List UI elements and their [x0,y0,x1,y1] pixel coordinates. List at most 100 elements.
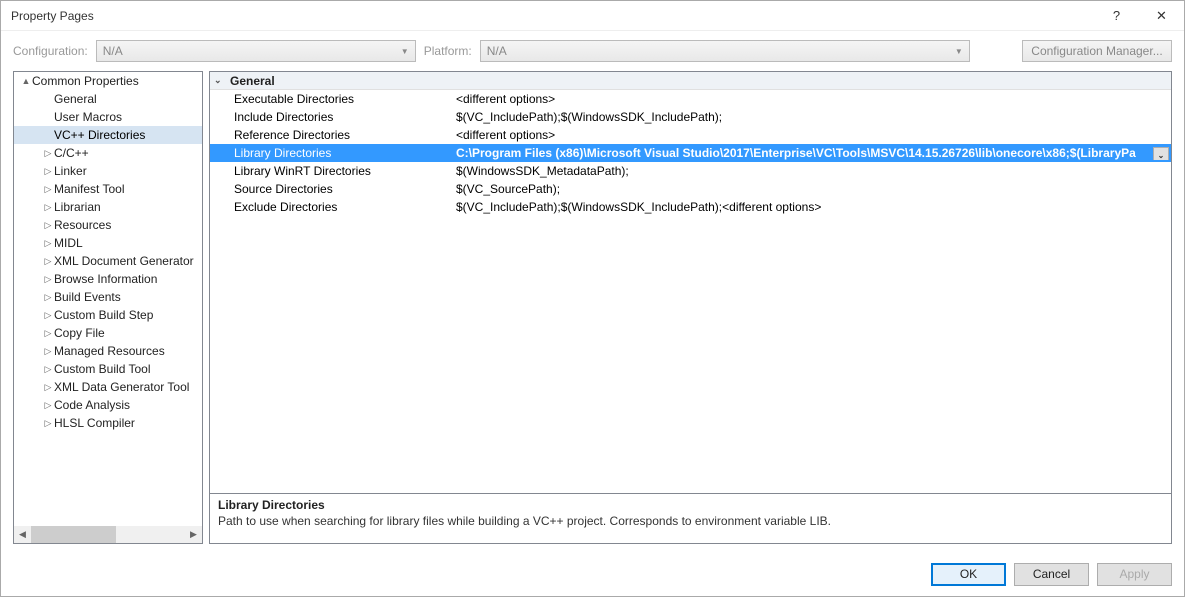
chevron-down-icon: ▼ [401,47,409,56]
dropdown-icon[interactable]: ⌄ [1153,147,1169,160]
tree-item[interactable]: ▷Manifest Tool [14,180,202,198]
property-row[interactable]: Reference Directories<different options> [210,126,1171,144]
tree-item-label: VC++ Directories [54,128,145,142]
property-value[interactable]: $(VC_IncludePath);$(WindowsSDK_IncludePa… [456,110,1171,124]
collapsed-icon[interactable]: ▷ [42,292,54,303]
collapse-icon[interactable]: ⌄ [214,75,226,86]
category-tree[interactable]: ▲Common Properties General User Macros VC++… [13,71,203,544]
collapsed-icon[interactable]: ▷ [42,400,54,411]
collapsed-icon[interactable]: ▷ [42,310,54,321]
collapsed-icon[interactable]: ▷ [42,184,54,195]
tree-item[interactable]: ▷Browse Information [14,270,202,288]
collapsed-icon[interactable]: ▷ [42,382,54,393]
property-value[interactable]: C:\Program Files (x86)\Microsoft Visual … [456,146,1171,160]
tree-item[interactable]: User Macros [14,108,202,126]
property-row[interactable]: Library DirectoriesC:\Program Files (x86… [210,144,1171,162]
property-row[interactable]: Include Directories$(VC_IncludePath);$(W… [210,108,1171,126]
collapsed-icon[interactable]: ▷ [42,256,54,267]
scroll-track[interactable] [31,526,185,543]
dialog-body: ▲Common Properties General User Macros VC++… [1,71,1184,552]
property-name: Exclude Directories [210,200,456,214]
tree-item[interactable]: ▷C/C++ [14,144,202,162]
description-panel: Library Directories Path to use when sea… [209,494,1172,544]
platform-combo[interactable]: N/A ▼ [480,40,970,62]
tree-item-label: User Macros [54,110,122,124]
ok-button[interactable]: OK [931,563,1006,586]
property-value[interactable]: $(VC_IncludePath);$(WindowsSDK_IncludePa… [456,200,1171,214]
configuration-label: Configuration: [13,44,88,58]
configuration-manager-button[interactable]: Configuration Manager... [1022,40,1172,62]
property-value[interactable]: $(VC_SourcePath); [456,182,1171,196]
tree-item[interactable]: ▷Linker [14,162,202,180]
property-row[interactable]: Library WinRT Directories$(WindowsSDK_Me… [210,162,1171,180]
collapsed-icon[interactable]: ▷ [42,328,54,339]
property-grid[interactable]: ⌄ General Executable Directories<differe… [209,71,1172,494]
tree-item[interactable]: ▷Code Analysis [14,396,202,414]
tree-item[interactable]: ▷HLSL Compiler [14,414,202,432]
property-name: Reference Directories [210,128,456,142]
collapsed-icon[interactable]: ▷ [42,238,54,249]
dialog-footer: OK Cancel Apply [1,552,1184,596]
property-value[interactable]: $(WindowsSDK_MetadataPath); [456,164,1171,178]
tree-hscrollbar[interactable]: ◀ ▶ [14,526,202,543]
tree-item-label: Resources [54,218,111,232]
property-value[interactable]: <different options> [456,128,1171,142]
grid-group-header[interactable]: ⌄ General [210,72,1171,90]
property-pages-dialog: Property Pages ? ✕ Configuration: N/A ▼ … [0,0,1185,597]
scroll-left-icon[interactable]: ◀ [14,526,31,543]
property-value[interactable]: <different options> [456,92,1171,106]
tree-item[interactable]: ▷Custom Build Tool [14,360,202,378]
tree-item-label: Copy File [54,326,105,340]
tree-item[interactable]: General [14,90,202,108]
property-row[interactable]: Executable Directories<different options… [210,90,1171,108]
tree-item[interactable]: ▲Common Properties [14,72,202,90]
tree-items: ▲Common Properties General User Macros VC++… [14,72,202,526]
scroll-thumb[interactable] [31,526,116,543]
tree-item[interactable]: ▷MIDL [14,234,202,252]
configuration-combo[interactable]: N/A ▼ [96,40,416,62]
collapsed-icon[interactable]: ▷ [42,418,54,429]
collapsed-icon[interactable]: ▷ [42,148,54,159]
titlebar: Property Pages ? ✕ [1,1,1184,31]
tree-item[interactable]: ▷Copy File [14,324,202,342]
tree-item-label: XML Document Generator [54,254,194,268]
property-name: Library WinRT Directories [210,164,456,178]
tree-item[interactable]: ▷XML Document Generator [14,252,202,270]
tree-item[interactable]: ▷Resources [14,216,202,234]
tree-item[interactable]: ▷Build Events [14,288,202,306]
tree-item-label: Build Events [54,290,121,304]
property-row[interactable]: Source Directories$(VC_SourcePath); [210,180,1171,198]
description-title: Library Directories [218,498,1163,512]
grid-rows: Executable Directories<different options… [210,90,1171,216]
tree-item-label: Librarian [54,200,101,214]
collapsed-icon[interactable]: ▷ [42,364,54,375]
collapsed-icon[interactable]: ▷ [42,274,54,285]
scroll-right-icon[interactable]: ▶ [185,526,202,543]
property-name: Library Directories [210,146,456,160]
property-row[interactable]: Exclude Directories$(VC_IncludePath);$(W… [210,198,1171,216]
config-bar: Configuration: N/A ▼ Platform: N/A ▼ Con… [1,31,1184,71]
collapsed-icon[interactable]: ▷ [42,220,54,231]
tree-item-label: Manifest Tool [54,182,124,196]
close-button[interactable]: ✕ [1139,1,1184,31]
tree-item[interactable]: ▷Managed Resources [14,342,202,360]
collapsed-icon[interactable]: ▷ [42,202,54,213]
tree-item-label: Custom Build Tool [54,362,151,376]
tree-item-label: General [54,92,97,106]
help-button[interactable]: ? [1094,1,1139,31]
right-pane: ⌄ General Executable Directories<differe… [209,71,1172,544]
expanded-icon[interactable]: ▲ [20,76,32,86]
tree-item-label: Managed Resources [54,344,165,358]
cancel-button[interactable]: Cancel [1014,563,1089,586]
collapsed-icon[interactable]: ▷ [42,166,54,177]
chevron-down-icon: ▼ [955,47,963,56]
tree-item-label: Linker [54,164,87,178]
apply-button[interactable]: Apply [1097,563,1172,586]
tree-item[interactable]: ▷Librarian [14,198,202,216]
tree-item[interactable]: VC++ Directories [14,126,202,144]
tree-item-label: Browse Information [54,272,157,286]
collapsed-icon[interactable]: ▷ [42,346,54,357]
tree-item[interactable]: ▷XML Data Generator Tool [14,378,202,396]
tree-item[interactable]: ▷Custom Build Step [14,306,202,324]
property-name: Executable Directories [210,92,456,106]
